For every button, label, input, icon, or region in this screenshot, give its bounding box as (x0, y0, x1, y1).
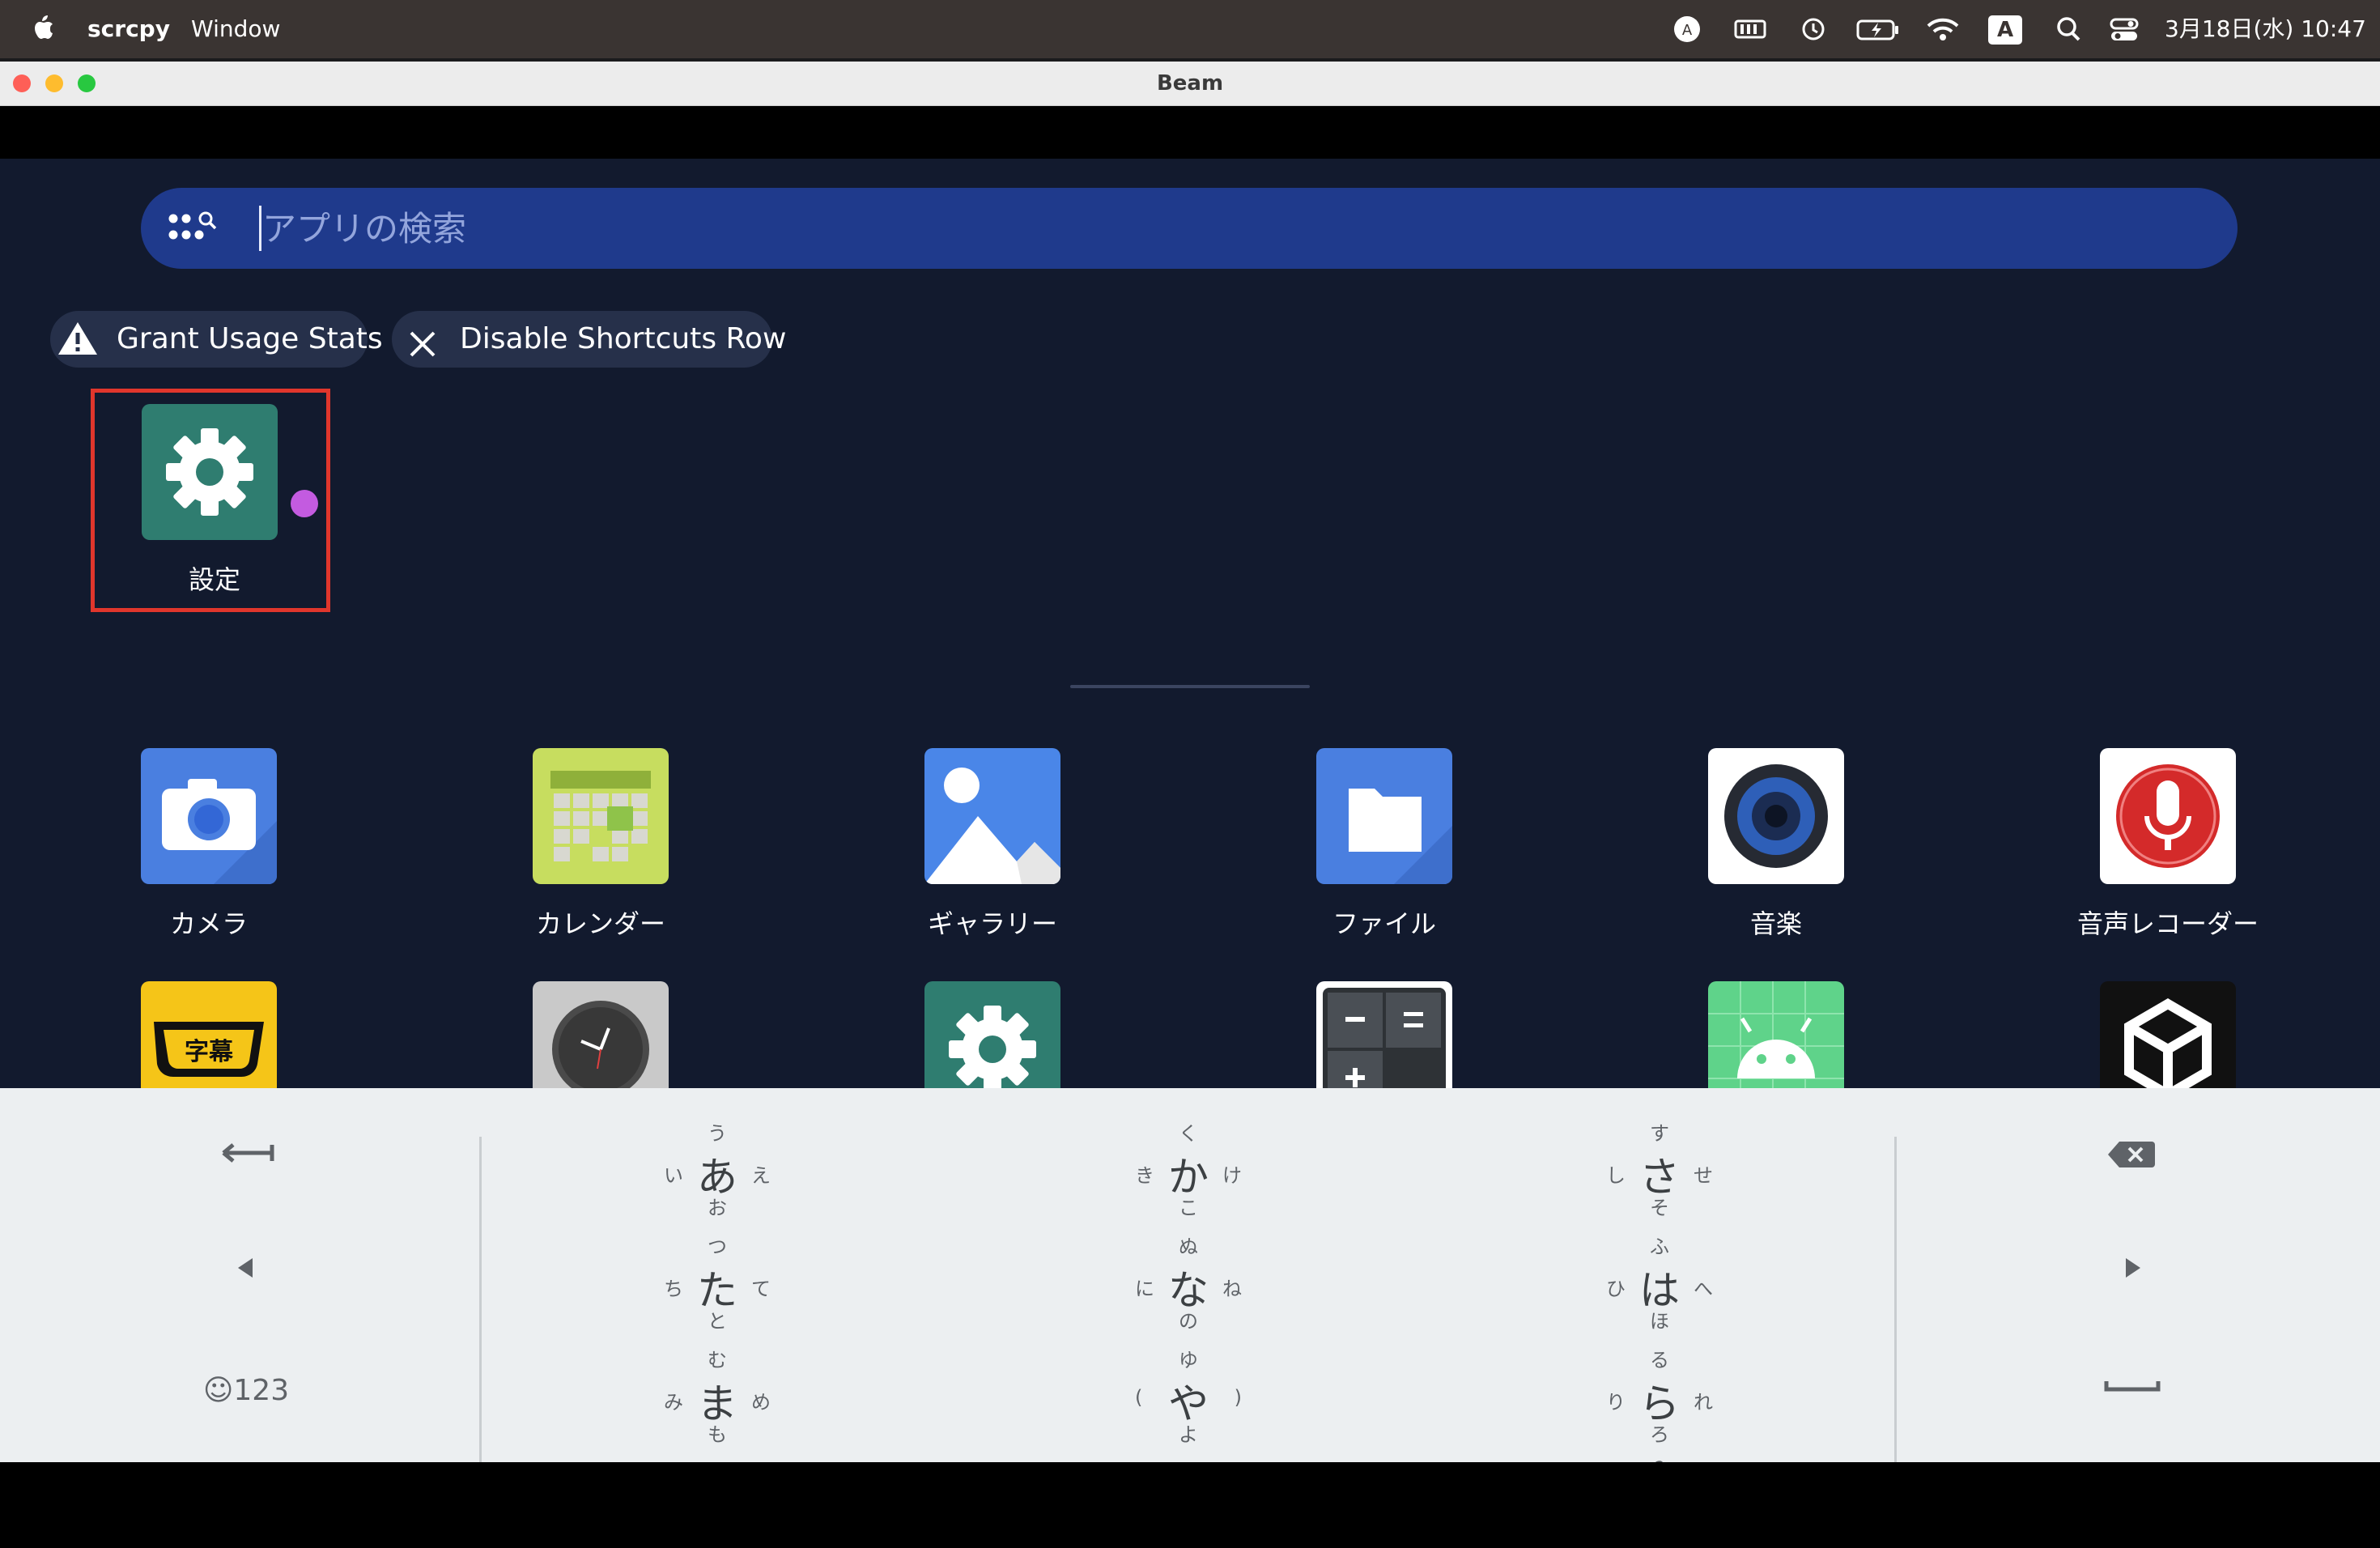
kana-key-ta[interactable]: つちたてと (644, 1227, 790, 1333)
app-search-bar[interactable] (141, 188, 2238, 269)
window-title: Beam (1156, 71, 1224, 96)
close-icon (406, 323, 439, 380)
flick-up: つ (708, 1235, 727, 1258)
flick-down: ほ (1650, 1310, 1669, 1333)
flick-up: む (708, 1349, 727, 1372)
app-music[interactable]: 音楽 (1630, 748, 1922, 959)
flick-right: え (751, 1164, 771, 1187)
space-key[interactable] (2084, 1359, 2181, 1423)
app-name-menu[interactable]: scrcpy (87, 0, 170, 58)
app-gallery[interactable]: ギャラリー (847, 748, 1138, 959)
flick-right: め (751, 1391, 771, 1414)
keyboard-separator (479, 1137, 482, 1495)
spotlight-search-icon[interactable] (2055, 0, 2084, 58)
flick-right: け (1222, 1164, 1242, 1187)
flick-up: く (1179, 1122, 1198, 1145)
app-label: 音声レコーダー (2076, 908, 2259, 939)
kana-key-ka[interactable]: くきかけこ (1116, 1114, 1261, 1219)
flick-up: う (708, 1122, 727, 1145)
app-label: ギャラリー (927, 908, 1057, 939)
app-label: ファイル (1332, 908, 1436, 939)
android-launcher: Grant Usage Stats Disable Shortcuts Row (0, 159, 2380, 1495)
flick-up: る (1650, 1349, 1669, 1372)
flick-down: よ (1179, 1423, 1198, 1446)
window-titlebar: Beam (0, 62, 2380, 106)
app-label: 音楽 (1749, 908, 1802, 939)
text-cursor (259, 206, 261, 251)
shortcuts-divider (1070, 685, 1310, 688)
app-label: 設定 (188, 564, 240, 595)
notification-dot (291, 490, 318, 517)
flick-down: ろ (1650, 1423, 1669, 1446)
files-icon (1316, 748, 1452, 884)
kana-key-ra[interactable]: るりられろ (1587, 1341, 1732, 1446)
app-voice-recorder[interactable]: 音声レコーダー (2022, 748, 2314, 959)
clock-datetime[interactable]: 3月18日(水) 10:47 (2165, 0, 2366, 58)
flick-up: ぬ (1179, 1235, 1198, 1258)
captions-text: 字幕 (185, 1038, 233, 1066)
flick-right: ね (1222, 1278, 1242, 1300)
app-camera[interactable]: カメラ (63, 748, 355, 959)
flick-down: こ (1179, 1197, 1198, 1219)
input-source-badge: A (1988, 15, 2022, 45)
window-menu[interactable]: Window (191, 0, 280, 58)
kana-key-a[interactable]: ういあえお (644, 1114, 790, 1219)
shortcut-settings-app[interactable]: 設定 (91, 389, 330, 612)
grant-usage-stats-chip[interactable]: Grant Usage Stats (50, 311, 383, 368)
battery-icon[interactable] (1855, 0, 1901, 58)
flick-up: す (1650, 1122, 1669, 1145)
kana-key-sa[interactable]: すしさせそ (1587, 1114, 1732, 1219)
macos-menu-bar: scrcpy Window A A 3月18日(水) 10:47 (0, 0, 2380, 58)
app-files[interactable]: ファイル (1239, 748, 1530, 959)
flick-up: ふ (1650, 1235, 1669, 1258)
flick-up: ゆ (1179, 1349, 1198, 1372)
chip-label: Grant Usage Stats (117, 322, 383, 355)
kana-key-ha[interactable]: ふひはへほ (1587, 1227, 1732, 1333)
chip-label: Disable Shortcuts Row (460, 322, 787, 355)
music-icon (1708, 748, 1844, 884)
gallery-icon (924, 748, 1060, 884)
wifi-icon[interactable] (1925, 0, 1961, 58)
warning-icon (57, 319, 99, 377)
flick-right: ) (1234, 1386, 1242, 1409)
app-search-input[interactable] (262, 207, 1881, 249)
apple-menu-icon[interactable] (31, 0, 55, 58)
app-label: カレンダー (535, 908, 665, 939)
calendar-icon (533, 748, 669, 884)
flick-down: そ (1650, 1197, 1669, 1219)
flick-right: れ (1694, 1391, 1713, 1414)
app-calendar[interactable]: カレンダー (455, 748, 746, 959)
cursor-left-key[interactable] (198, 1244, 295, 1308)
cursor-right-key[interactable] (2084, 1244, 2181, 1308)
settings-icon (142, 404, 278, 540)
flick-right: て (751, 1278, 771, 1300)
backspace-key[interactable] (2084, 1130, 2181, 1195)
memory-status-icon[interactable] (1732, 0, 1768, 58)
scrcpy-window: Beam Grant Usage Stats Dis (0, 62, 2380, 1548)
flick-down: も (708, 1423, 727, 1446)
app-label: カメラ (169, 908, 248, 939)
time-machine-icon[interactable] (1797, 0, 1830, 58)
kana-key-ma[interactable]: むみまめも (644, 1341, 790, 1446)
flick-down: お (708, 1197, 727, 1219)
flick-right: せ (1694, 1164, 1713, 1187)
undo-key[interactable] (198, 1130, 295, 1195)
svg-text:A: A (1682, 22, 1693, 39)
camera-icon (141, 748, 277, 884)
flick-right: へ (1694, 1278, 1713, 1300)
disable-shortcuts-row-chip[interactable]: Disable Shortcuts Row (392, 311, 786, 368)
soft-keyboard: ☺123 あa ういあえお くきかけこ すしさせそ つちたてと ぬになねの ふひ… (0, 1088, 2380, 1495)
flick-down: と (708, 1310, 727, 1333)
control-center-icon[interactable] (2108, 0, 2140, 58)
emoji-symbols-key[interactable]: ☺123 (198, 1359, 295, 1423)
accessibility-status-icon[interactable]: A (1671, 0, 1703, 58)
navigation-bar-area (0, 1462, 2380, 1548)
voice-recorder-icon (2100, 748, 2236, 884)
app-drawer-search-icon[interactable] (167, 209, 225, 251)
kana-key-na[interactable]: ぬになねの (1116, 1227, 1261, 1333)
flick-down: の (1179, 1310, 1198, 1333)
input-source[interactable]: A (1988, 0, 2022, 58)
kana-key-ya[interactable]: ゆ(や) よ (1116, 1341, 1261, 1446)
keyboard-separator (1894, 1137, 1897, 1495)
